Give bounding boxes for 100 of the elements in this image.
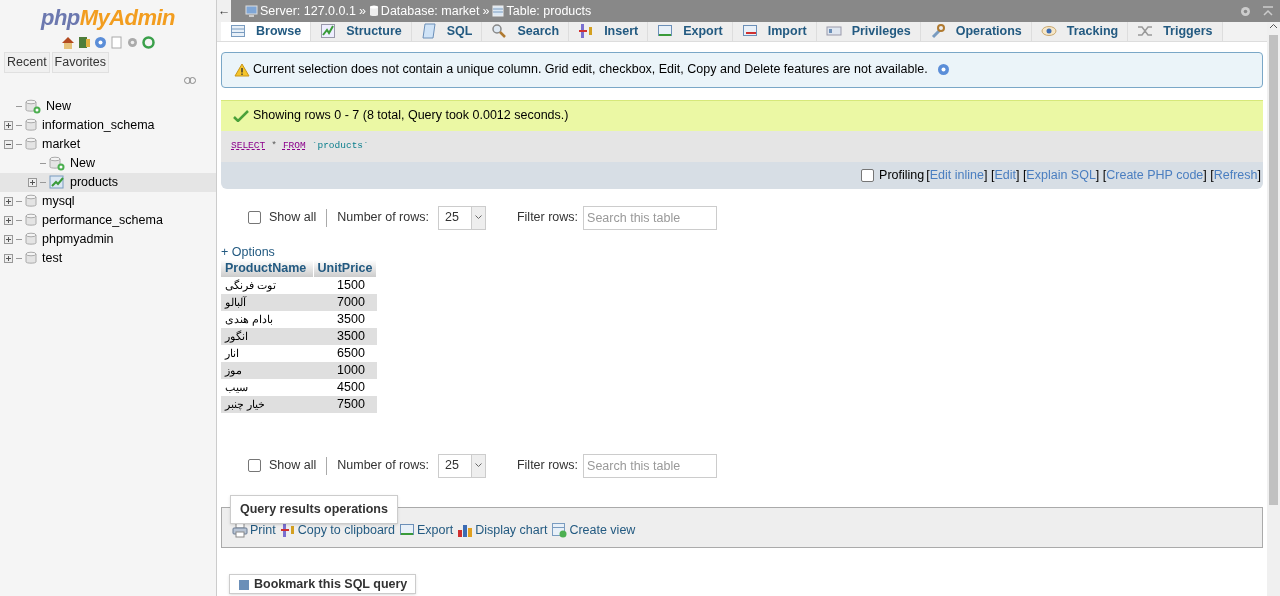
tab[interactable]: Operations	[920, 22, 1032, 41]
filter-field[interactable]: Search this table	[583, 205, 718, 230]
printer-icon	[232, 522, 248, 539]
bracket-text: ]	[1257, 166, 1261, 184]
warning-icon	[234, 62, 250, 77]
tab[interactable]: Import	[732, 22, 817, 41]
logo[interactable]: phpMyAdmin	[0, 5, 216, 31]
sidebar-tab[interactable]: Favorites	[51, 52, 109, 73]
database-icon	[25, 194, 37, 209]
tree-item[interactable]: information_schema	[42, 115, 155, 135]
tab[interactable]: Triggers	[1128, 22, 1223, 41]
tab[interactable]: Insert	[569, 22, 649, 41]
bracket-text: ] [	[1095, 166, 1107, 184]
sql-token: FROM	[282, 139, 306, 154]
checkbox[interactable]	[861, 168, 875, 182]
checkbox[interactable]	[248, 459, 261, 473]
checkbox-label[interactable]: Show all	[269, 208, 317, 228]
home-icon[interactable]	[61, 36, 75, 49]
bar-chart-icon	[457, 522, 474, 539]
exit-icon[interactable]	[78, 36, 91, 49]
chart-icon	[320, 23, 337, 40]
column-header[interactable]: UnitPrice	[313, 259, 377, 277]
expand-icon[interactable]	[4, 253, 13, 263]
rows-select[interactable]: 25	[437, 205, 486, 230]
bracket-text: ] [	[1015, 166, 1027, 184]
tree-item[interactable]: New	[70, 153, 95, 173]
wrench-icon	[929, 23, 946, 40]
reload-icon[interactable]	[142, 36, 155, 49]
operation-link[interactable]: Display chart	[457, 521, 548, 540]
tree-item[interactable]: performance_schema	[42, 210, 163, 230]
tab[interactable]: Structure	[311, 22, 412, 41]
bracket-text: ] [	[983, 166, 995, 184]
new-database-icon	[25, 98, 41, 114]
operation-link[interactable]: Copy to clipboard	[279, 521, 395, 540]
operation-link[interactable]: Print	[232, 521, 276, 540]
tree-item[interactable]: phpmyadmin	[42, 229, 114, 249]
expand-icon[interactable]	[4, 215, 13, 225]
link-icon[interactable]	[184, 76, 196, 84]
rows-label: Number of rows:	[337, 209, 429, 227]
tab[interactable]: Search	[482, 22, 570, 41]
tree-item[interactable]: New	[46, 96, 71, 116]
new-table-icon	[551, 522, 568, 539]
filter-field[interactable]: Search this table	[583, 453, 718, 478]
check-icon	[233, 109, 249, 122]
breadcrumb-link[interactable]: Database: market	[380, 1, 480, 21]
sql-token: *	[271, 139, 277, 154]
breadcrumb-link[interactable]: Table: products	[506, 1, 592, 21]
column-header[interactable]: ProductName	[221, 259, 313, 277]
checkbox-label[interactable]: Show all	[269, 456, 317, 476]
database-icon	[25, 232, 37, 247]
database-icon	[25, 251, 37, 266]
expand-icon[interactable]	[4, 196, 13, 206]
operation-link[interactable]: Export	[399, 521, 454, 540]
rows-label: Number of rows:	[337, 457, 429, 475]
chevron-down-icon	[474, 463, 482, 469]
collapse-icon[interactable]	[4, 139, 13, 149]
scrollbar[interactable]	[1267, 22, 1280, 596]
tree-item[interactable]: mysql	[42, 191, 75, 211]
tab[interactable]: SQL	[411, 22, 483, 41]
bracket-text: [	[926, 166, 930, 184]
options-link[interactable]: + Options	[221, 244, 1263, 260]
tab[interactable]: Browse	[221, 22, 312, 41]
help-icon[interactable]	[936, 63, 950, 77]
panel-legend: Query results operations	[230, 494, 398, 524]
back-button[interactable]: ←	[217, 0, 231, 22]
help-icon[interactable]	[94, 36, 107, 49]
table-icon	[230, 23, 246, 40]
database-icon	[25, 213, 37, 228]
insert-icon	[578, 23, 595, 40]
search-icon	[491, 23, 508, 40]
filter-label: Filter rows:	[516, 209, 579, 227]
expand-icon[interactable]	[28, 177, 37, 187]
breadcrumb-link[interactable]: Server: 127.0.0.1	[260, 1, 356, 21]
checkbox[interactable]	[248, 211, 261, 225]
tree-item[interactable]: test	[42, 248, 63, 268]
tab[interactable]: Export	[648, 22, 733, 41]
expand-icon[interactable]	[4, 120, 13, 130]
bookmark-icon	[238, 578, 250, 591]
tab[interactable]: Tracking	[1031, 22, 1129, 41]
sidebar-tab[interactable]: Recent	[4, 52, 50, 73]
rows-select[interactable]: 25	[437, 453, 486, 478]
scroll-up-icon[interactable]	[1269, 22, 1278, 31]
insert-icon	[279, 522, 296, 539]
breadcrumb-separator: »	[482, 2, 490, 20]
table-icon	[492, 5, 505, 17]
database-icon	[368, 5, 379, 17]
tree-item[interactable]: market	[42, 134, 81, 154]
panel-legend[interactable]: Bookmark this SQL query	[229, 574, 417, 595]
breadcrumb-separator: »	[358, 2, 366, 20]
success-message: Showing rows 0 - 7 (8 total, Query took 0.0012 seconds.)	[253, 107, 569, 125]
tab[interactable]: Privileges	[816, 22, 921, 41]
chevron-down-icon	[474, 215, 482, 221]
profiling-label[interactable]: Profiling	[879, 165, 925, 185]
new-database-icon	[49, 155, 65, 171]
warning-message: Current selection does not contain a unique column. Grid edit, checkbox, Edit, Copy and Delete features are not available.	[253, 61, 928, 79]
database-icon	[25, 137, 37, 152]
table-icon	[49, 175, 65, 190]
filter-label: Filter rows:	[516, 457, 579, 475]
operation-link[interactable]: Create view	[551, 521, 636, 540]
expand-icon[interactable]	[4, 234, 13, 244]
